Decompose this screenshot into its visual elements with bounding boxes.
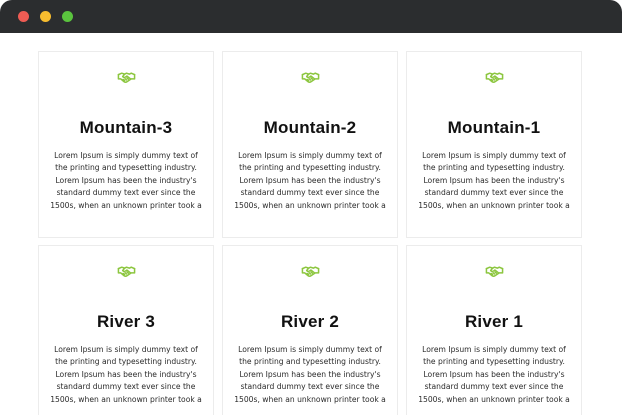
feature-card[interactable]: Mountain-1 Lorem Ipsum is simply dummy t… <box>406 51 582 238</box>
feature-card[interactable]: Mountain-2 Lorem Ipsum is simply dummy t… <box>222 51 398 238</box>
browser-window: Mountain-3 Lorem Ipsum is simply dummy t… <box>0 0 622 415</box>
card-description: Lorem Ipsum is simply dummy text of the … <box>50 151 202 210</box>
handshake-icon <box>117 72 136 83</box>
handshake-icon <box>301 266 320 277</box>
card-description: Lorem Ipsum is simply dummy text of the … <box>234 345 386 404</box>
card-title: River 2 <box>280 312 340 331</box>
feature-card[interactable]: River 3 Lorem Ipsum is simply dummy text… <box>38 245 214 415</box>
card-title: Mountain-2 <box>263 118 357 137</box>
card-title: River 3 <box>96 312 156 331</box>
page-content: Mountain-3 Lorem Ipsum is simply dummy t… <box>0 33 622 415</box>
handshake-icon <box>485 72 504 83</box>
card-title: Mountain-1 <box>447 118 541 137</box>
maximize-window-button[interactable] <box>62 11 73 22</box>
minimize-window-button[interactable] <box>40 11 51 22</box>
handshake-icon <box>117 266 136 277</box>
feature-card[interactable]: Mountain-3 Lorem Ipsum is simply dummy t… <box>38 51 214 238</box>
card-description: Lorem Ipsum is simply dummy text of the … <box>418 151 570 210</box>
card-title: River 1 <box>464 312 524 331</box>
window-titlebar <box>0 0 622 33</box>
card-description: Lorem Ipsum is simply dummy text of the … <box>50 345 202 404</box>
card-description: Lorem Ipsum is simply dummy text of the … <box>234 151 386 210</box>
card-description: Lorem Ipsum is simply dummy text of the … <box>418 345 570 404</box>
handshake-icon <box>485 266 504 277</box>
feature-card[interactable]: River 1 Lorem Ipsum is simply dummy text… <box>406 245 582 415</box>
feature-card[interactable]: River 2 Lorem Ipsum is simply dummy text… <box>222 245 398 415</box>
card-title: Mountain-3 <box>79 118 173 137</box>
handshake-icon <box>301 72 320 83</box>
close-window-button[interactable] <box>18 11 29 22</box>
